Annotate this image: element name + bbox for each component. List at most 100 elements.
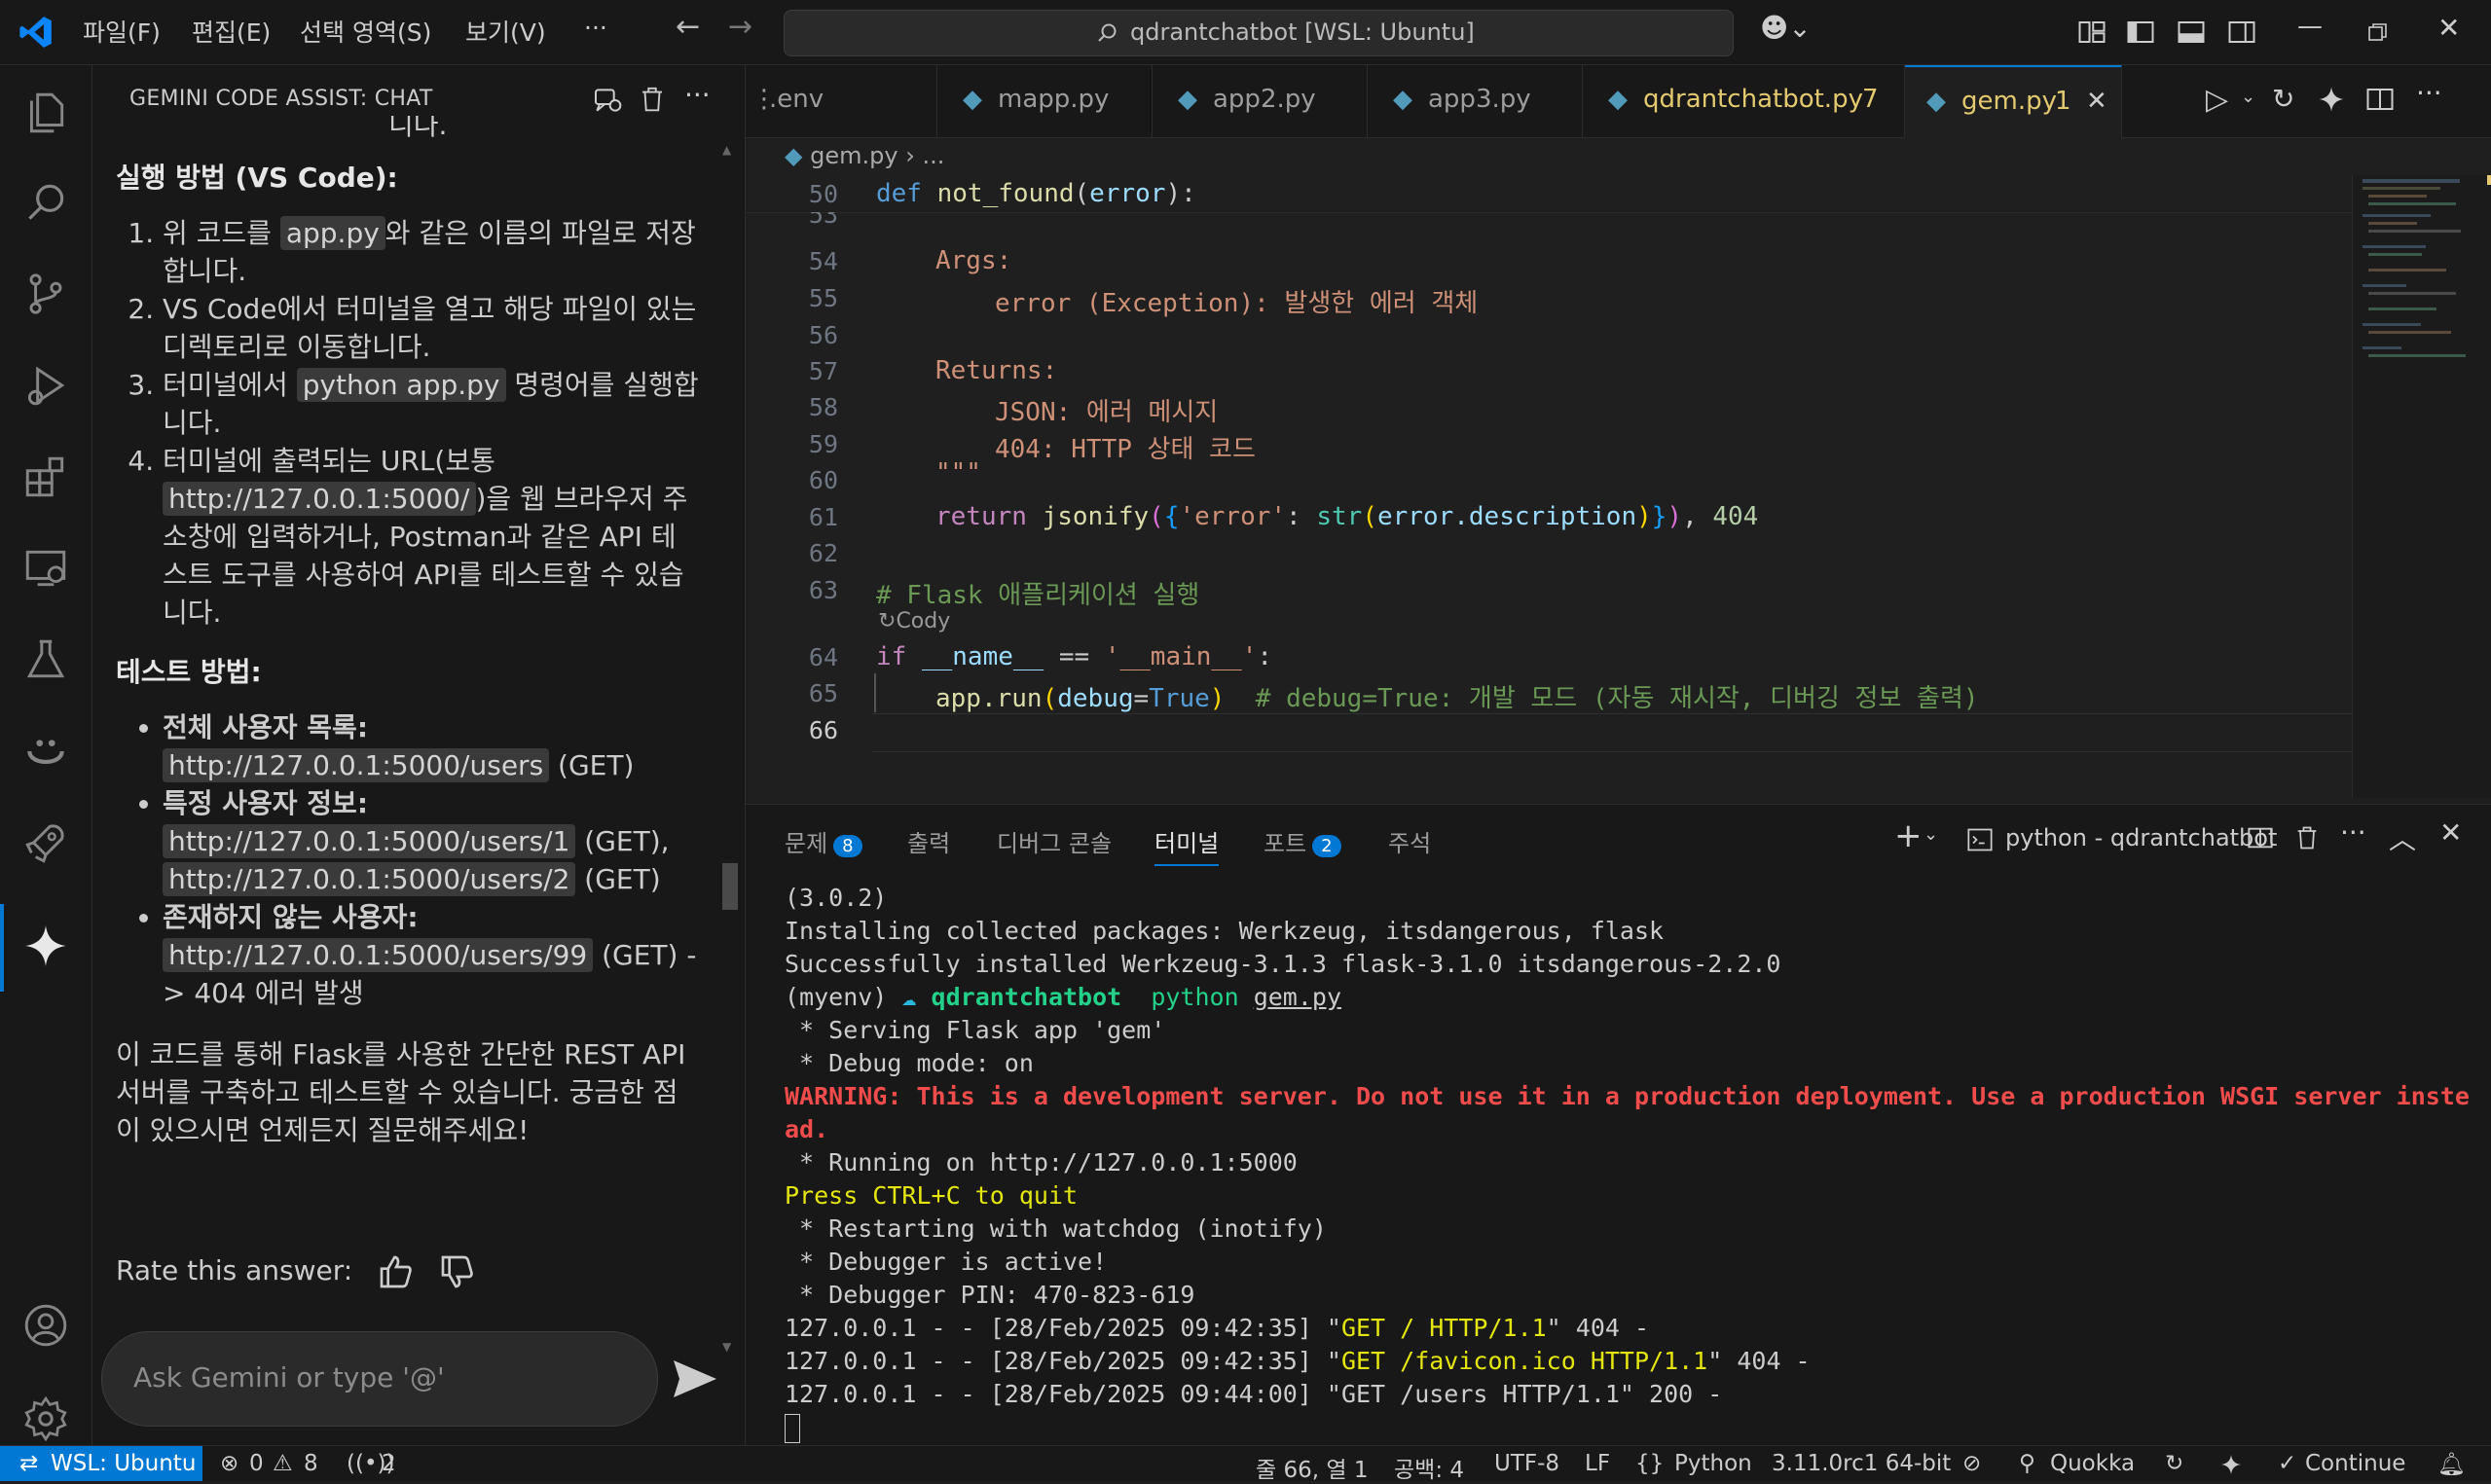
- tab-ports[interactable]: 포트 2: [1264, 824, 1341, 858]
- more-actions-icon[interactable]: ···: [684, 79, 711, 111]
- split-terminal-icon[interactable]: [2247, 824, 2274, 851]
- run-steps-list: 위 코드를 app.py와 같은 이름의 파일로 저장합니다. VS Code에…: [116, 214, 700, 632]
- language-mode[interactable]: {} Python: [1635, 1446, 1752, 1481]
- explorer-icon[interactable]: [21, 89, 70, 137]
- gemini-sparkle-icon[interactable]: [21, 922, 70, 970]
- terminal-name[interactable]: python - qdrantchatbot: [2005, 824, 2277, 851]
- terminal-output[interactable]: (3.0.2) Installing collected packages: We…: [785, 882, 2470, 1444]
- send-icon[interactable]: [672, 1358, 718, 1399]
- maximize-panel-chevron-up-icon[interactable]: ︿: [2389, 818, 2416, 857]
- tab-comments[interactable]: 주석: [1388, 824, 1431, 858]
- cursor-position[interactable]: 줄 66, 열 1: [1256, 1451, 1368, 1484]
- command-center-search[interactable]: qdrantchatbot [WSL: Ubuntu]: [784, 10, 1734, 56]
- menu-selection[interactable]: 선택 영역(S): [300, 14, 431, 49]
- customize-layout-icon[interactable]: [2077, 18, 2106, 47]
- run-dropdown-chevron-icon[interactable]: ⌄: [2241, 87, 2255, 107]
- close-tab-icon[interactable]: ✕: [2086, 87, 2107, 116]
- bell-icon[interactable]: 🔔︎: [2437, 1451, 2466, 1477]
- remote-explorer-icon[interactable]: [21, 544, 70, 593]
- tab-app2[interactable]: ◆ app2.py: [1153, 65, 1368, 137]
- close-window-icon[interactable]: ✕: [2437, 12, 2460, 44]
- list-item: 터미널에 출력되는 URL(보통 http://127.0.0.1:5000/)…: [163, 442, 700, 632]
- more-actions-icon[interactable]: ···: [2340, 816, 2366, 849]
- tab-env[interactable]: ⋮ .env: [746, 65, 937, 137]
- back-arrow-icon[interactable]: ←: [676, 10, 700, 44]
- codelens-cody[interactable]: ↻Cody: [878, 609, 950, 633]
- rate-label: Rate this answer:: [116, 1254, 353, 1286]
- tab-debug-console[interactable]: 디버그 콘솔: [997, 824, 1112, 858]
- ports-badge: 2: [1312, 835, 1341, 857]
- test-heading: 테스트 방법:: [116, 656, 262, 688]
- copilot-face-icon[interactable]: [21, 727, 70, 776]
- menu-file[interactable]: 파일(F): [83, 14, 161, 49]
- toggle-panel-icon[interactable]: [2177, 18, 2206, 47]
- chat-input[interactable]: Ask Gemini or type '@': [101, 1331, 658, 1427]
- remote-indicator[interactable]: ⇄ WSL: Ubuntu: [0, 1446, 202, 1481]
- tab-qdrantchatbot[interactable]: ◆ qdrantchatbot.py 7: [1583, 65, 1905, 137]
- account-icon[interactable]: [21, 1301, 70, 1350]
- tab-terminal[interactable]: 터미널: [1154, 824, 1220, 866]
- continue-status[interactable]: ✓ Continue: [2278, 1446, 2414, 1481]
- line-number: 56: [808, 321, 838, 349]
- gemini-sparkle-icon[interactable]: [2219, 1453, 2243, 1476]
- forward-arrow-icon[interactable]: →: [728, 10, 752, 44]
- run-debug-icon[interactable]: [21, 361, 70, 410]
- chat-history-icon[interactable]: [592, 85, 623, 116]
- extensions-icon[interactable]: [21, 452, 70, 501]
- testing-icon[interactable]: [21, 635, 70, 684]
- new-terminal-plus-icon[interactable]: +: [1894, 816, 1923, 855]
- python-interpreter[interactable]: 3.11.0rc1 64-bit: [1772, 1451, 1951, 1476]
- vscode-logo-icon[interactable]: [18, 14, 55, 51]
- line-number: 50: [808, 180, 838, 208]
- more-actions-icon[interactable]: ···: [2416, 77, 2442, 109]
- restore-window-icon[interactable]: [2367, 21, 2389, 43]
- minimap[interactable]: [2352, 175, 2491, 798]
- problems-status[interactable]: ⊗ 0 ⚠ 8: [220, 1446, 329, 1481]
- thumbs-down-icon[interactable]: [438, 1252, 477, 1291]
- menu-more[interactable]: ···: [584, 14, 607, 42]
- trash-icon[interactable]: [638, 85, 667, 114]
- scrollbar-thumb[interactable]: [722, 863, 738, 910]
- title-bar: 파일(F) 편집(E) 선택 영역(S) 보기(V) ··· ← → qdran…: [0, 0, 2491, 65]
- breadcrumb[interactable]: ◆ gem.py › ...: [785, 142, 944, 169]
- code-editor[interactable]: 50 def not_found(error): 53 54 Args: 55 …: [746, 175, 2352, 798]
- close-panel-icon[interactable]: ✕: [2439, 816, 2462, 849]
- search-icon[interactable]: [21, 178, 70, 227]
- settings-gear-icon[interactable]: [21, 1394, 70, 1443]
- split-editor-icon[interactable]: [2365, 85, 2395, 114]
- toggle-primary-sidebar-icon[interactable]: [2126, 18, 2155, 47]
- menu-view[interactable]: 보기(V): [465, 14, 546, 49]
- activity-bar: [0, 65, 92, 1445]
- thumbs-up-icon[interactable]: [377, 1252, 416, 1291]
- indent-guide: [874, 673, 876, 712]
- tab-app3[interactable]: ◆ app3.py: [1368, 65, 1583, 137]
- tab-output[interactable]: 출력: [907, 824, 950, 858]
- minimize-window-icon[interactable]: —: [2297, 12, 2323, 41]
- gemini-sparkle-icon[interactable]: [2317, 85, 2346, 114]
- notifications-muted-icon[interactable]: ⊘: [1962, 1451, 1981, 1476]
- tab-gem[interactable]: ◆ gem.py 1 ✕: [1905, 65, 2122, 139]
- list-item: 터미널에서 python app.py 명령어를 실행합니다.: [163, 366, 700, 442]
- menu-edit[interactable]: 편집(E): [192, 14, 271, 49]
- ports-status[interactable]: ((•)) 2: [347, 1446, 405, 1481]
- chat-scrollbar[interactable]: ▲ ▼: [720, 143, 738, 1445]
- line-number: 57: [808, 357, 838, 385]
- deploy-rocket-icon[interactable]: [21, 818, 70, 867]
- terminal-dropdown-chevron-icon[interactable]: ⌄: [1923, 824, 1938, 845]
- kill-terminal-trash-icon[interactable]: [2293, 824, 2321, 851]
- toggle-secondary-sidebar-icon[interactable]: [2227, 18, 2256, 47]
- summary-text: 이 코드를 통해 Flask를 사용한 간단한 REST API 서버를 구축하…: [116, 1038, 686, 1146]
- copilot-icon[interactable]: ☻⌄: [1760, 12, 1812, 44]
- source-control-icon[interactable]: [21, 270, 70, 318]
- continue-label: Continue: [2305, 1451, 2406, 1476]
- cody-refresh-icon[interactable]: ↻: [2165, 1451, 2183, 1476]
- quokka-status[interactable]: ⚲ Quokka: [2019, 1446, 2136, 1481]
- indentation[interactable]: 공백: 4: [1394, 1451, 1464, 1484]
- tab-mapp[interactable]: ◆ mapp.py: [937, 65, 1153, 137]
- cody-refresh-icon[interactable]: ↻: [2272, 83, 2294, 115]
- encoding[interactable]: UTF-8: [1494, 1451, 1559, 1476]
- inline-code: http://127.0.0.1:5000/users/1: [163, 824, 576, 858]
- run-file-icon[interactable]: ▷: [2206, 83, 2228, 117]
- tab-problems[interactable]: 문제 8: [785, 824, 862, 858]
- end-of-line[interactable]: LF: [1585, 1451, 1610, 1476]
